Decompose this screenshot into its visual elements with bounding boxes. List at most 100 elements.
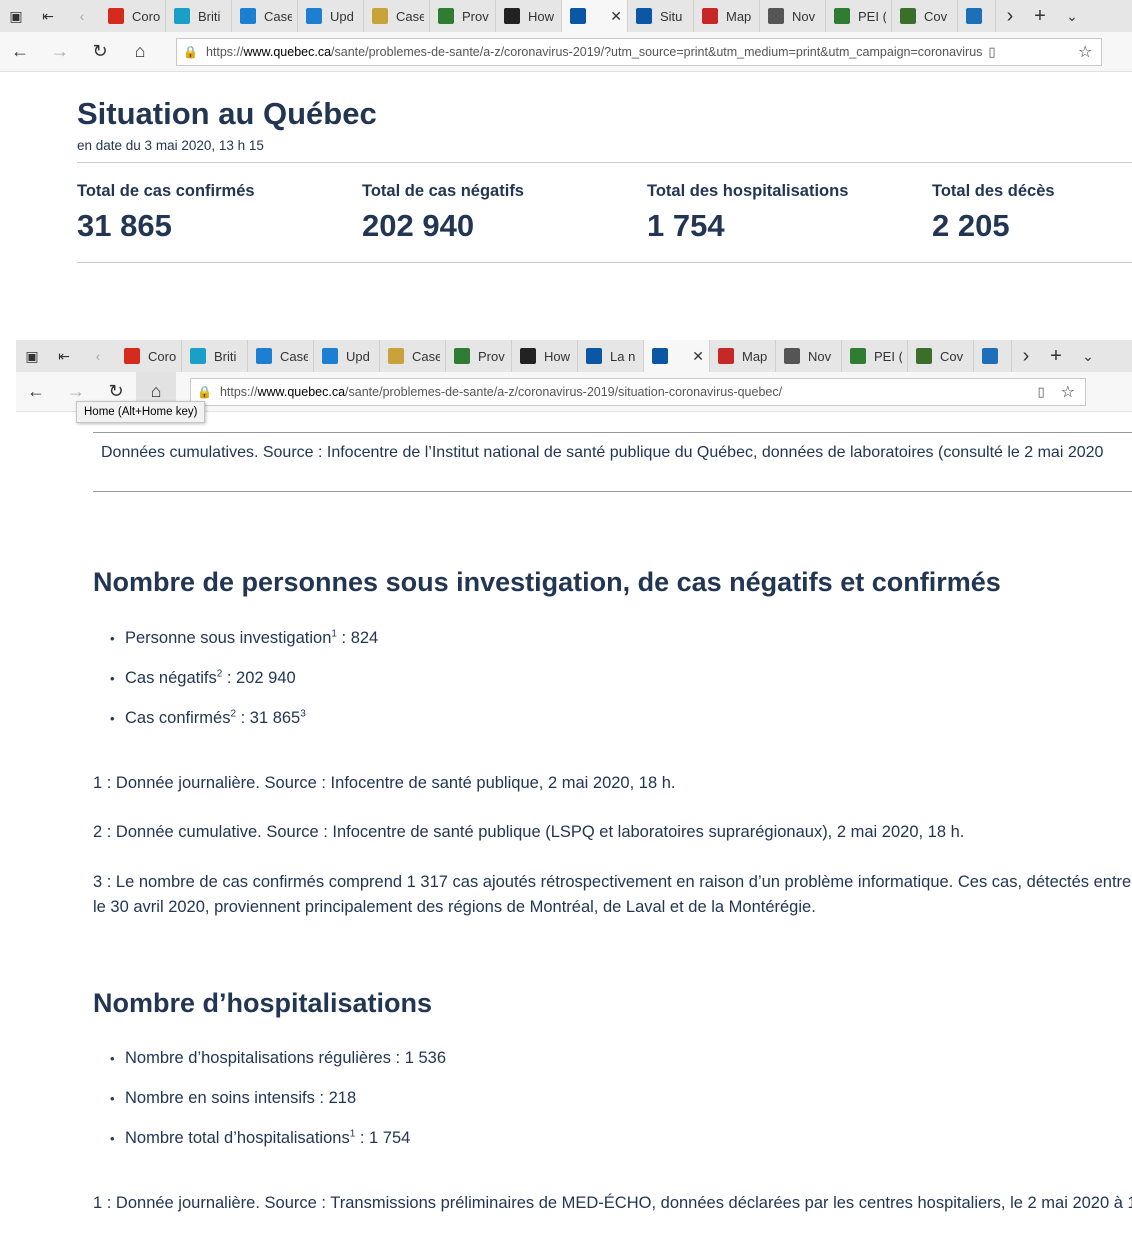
tab-list-chevron-icon[interactable]: ⌄ (1056, 0, 1088, 32)
forward-arrow-icon[interactable]: → (40, 32, 80, 72)
shield-icon (504, 8, 520, 24)
list-item: • Nombre en soins intensifs : 218 (110, 1089, 357, 1107)
tab-title: Coro (148, 348, 176, 364)
new-tab-icon[interactable]: + (1040, 340, 1072, 372)
list-item: • Cas confirmés2 : 31 8653 (110, 708, 306, 727)
alberta-icon (256, 348, 272, 364)
back-arrow-icon[interactable]: ← (16, 372, 56, 412)
divider (77, 262, 1132, 263)
reading-view-icon[interactable]: ▯ (1032, 384, 1051, 400)
browser-tab[interactable]: Briti (182, 340, 248, 372)
hospitalization-list: • Nombre d’hospitalisations régulières : … (110, 1048, 446, 1168)
alberta-icon (322, 348, 338, 364)
footnote: 3 : Le nombre de cas confirmés comprend … (93, 873, 1132, 891)
browser-tab[interactable]: Cov (908, 340, 974, 372)
browser-tab[interactable]: ( (974, 340, 1012, 372)
browser-tab[interactable]: Case (364, 0, 430, 32)
scroll-tabs-right-icon[interactable]: › (1012, 340, 1040, 372)
tab-title: PEI ( (874, 348, 902, 364)
set-aside-tabs-icon[interactable]: ⇤ (48, 340, 80, 372)
envelope-icon (784, 348, 800, 364)
browser-tab[interactable]: Case (232, 0, 298, 32)
browser-tab[interactable]: Nov (776, 340, 842, 372)
browser-tab[interactable]: Briti (166, 0, 232, 32)
stat-confirmed: Total de cas confirmés 31 865 (77, 182, 255, 244)
favorite-star-icon[interactable]: ☆ (1057, 382, 1079, 402)
tab-title: PEI ( (858, 8, 886, 24)
browser-tab[interactable]: La n (578, 340, 644, 372)
stat-value: 1 754 (647, 208, 725, 243)
browser-tab[interactable]: ✕ (644, 340, 710, 372)
browser-tab[interactable]: How (496, 0, 562, 32)
list-item: • Cas négatifs2 : 202 940 (110, 668, 296, 687)
scroll-tabs-left-icon[interactable]: ‹ (64, 0, 100, 32)
browser-tab[interactable]: Coro (116, 340, 182, 372)
home-icon[interactable]: ⌂ (120, 32, 160, 72)
browser-tab[interactable]: Coro (100, 0, 166, 32)
browser-tab[interactable]: Nov (760, 0, 826, 32)
situation-date: en date du 3 mai 2020, 13 h 15 (77, 138, 264, 153)
nl-icon (982, 348, 998, 364)
document-icon (372, 8, 388, 24)
item-label: Nombre total d’hospitalisations (125, 1129, 350, 1147)
stat-hospitalizations: Total des hospitalisations 1 754 (647, 182, 848, 244)
tab-title: Nov (792, 8, 816, 24)
back-arrow-icon[interactable]: ← (0, 32, 40, 72)
browser-tab[interactable]: ( (958, 0, 996, 32)
tab-title: Upd (346, 348, 370, 364)
stat-value: 2 205 (932, 208, 1010, 243)
close-tab-icon[interactable]: ✕ (686, 348, 704, 365)
divider (93, 432, 1132, 433)
divider (93, 491, 1132, 492)
browser-tab[interactable]: PEI ( (842, 340, 908, 372)
browser-tab[interactable]: Upd (298, 0, 364, 32)
tab-bar: ▣ ⇤ ‹ Coro Briti Case Upd Case Prov How ✕ Situ Ma… (0, 0, 1132, 32)
footnote: le 30 avril 2020, proviennent principale… (93, 898, 816, 916)
footnote-ref[interactable]: 3 (300, 709, 306, 720)
scroll-tabs-right-icon[interactable]: › (996, 0, 1024, 32)
tab-manager-icon[interactable]: ▣ (16, 340, 48, 372)
reading-view-icon[interactable]: ▯ (982, 44, 1001, 60)
browser-tab[interactable]: PEI ( (826, 0, 892, 32)
tab-manager-icon[interactable]: ▣ (0, 0, 32, 32)
scroll-tabs-left-icon[interactable]: ‹ (80, 340, 116, 372)
tab-title: Map (726, 8, 752, 24)
url-domain: www.quebec.ca (257, 384, 346, 399)
browser-tab[interactable]: Map (710, 340, 776, 372)
address-bar[interactable]: 🔒 https://www.quebec.ca/sante/problemes-… (190, 377, 1086, 406)
section-title-hospitalizations: Nombre d’hospitalisations (93, 988, 433, 1018)
item-label: Nombre d’hospitalisations régulières (125, 1049, 391, 1067)
browser-tab[interactable]: Prov (446, 340, 512, 372)
browser-tab[interactable]: Cov (892, 0, 958, 32)
item-value: : 1 754 (355, 1129, 411, 1147)
stat-label: Total des hospitalisations (647, 182, 849, 200)
browser-tab[interactable]: How (512, 340, 578, 372)
stat-label: Total de cas négatifs (362, 182, 524, 200)
tab-title: How (544, 348, 571, 364)
browser-tab[interactable]: Situ (628, 0, 694, 32)
favorite-star-icon[interactable]: ☆ (1074, 42, 1096, 62)
browser-tab[interactable]: ✕ (562, 0, 628, 32)
refresh-icon[interactable]: ↻ (80, 32, 120, 72)
browser-tab[interactable]: Prov (430, 0, 496, 32)
browser-tab[interactable]: Upd (314, 340, 380, 372)
ns-icon (718, 348, 734, 364)
pei-icon (834, 8, 850, 24)
close-tab-icon[interactable]: ✕ (604, 8, 622, 25)
footnote: 2 : Donnée cumulative. Source : Infocent… (93, 823, 965, 841)
shield-icon (520, 348, 536, 364)
lock-icon: 🔒 (197, 384, 212, 399)
new-tab-icon[interactable]: + (1024, 0, 1056, 32)
browser-tab[interactable]: Case (248, 340, 314, 372)
tab-title: Case (396, 8, 424, 24)
browser-tab[interactable]: Case (380, 340, 446, 372)
tab-list-chevron-icon[interactable]: ⌄ (1072, 340, 1104, 372)
tab-title: Briti (214, 348, 237, 364)
nl-icon (966, 8, 982, 24)
tab-title: Nov (808, 348, 832, 364)
browser-tab[interactable]: Map (694, 0, 760, 32)
footnote: 1 : Donnée journalière. Source : Transmi… (93, 1194, 1132, 1212)
address-bar[interactable]: 🔒 https://www.quebec.ca/sante/problemes-… (176, 37, 1102, 66)
set-aside-tabs-icon[interactable]: ⇤ (32, 0, 64, 32)
maple-leaf-icon (124, 348, 140, 364)
